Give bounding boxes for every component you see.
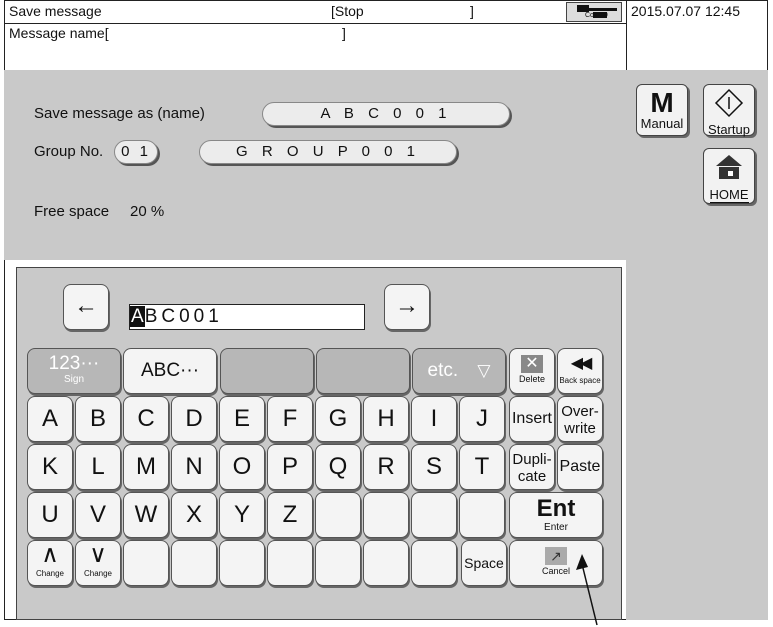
com-status-icon[interactable]: Com=0 — [566, 2, 622, 22]
blank-key[interactable] — [219, 540, 265, 586]
mode-blank-1-button[interactable] — [220, 348, 314, 394]
save-as-field[interactable]: A B C 0 0 1 — [262, 102, 510, 126]
mode-abc-button[interactable]: ABC··· — [123, 348, 217, 394]
key-c[interactable]: C — [123, 396, 169, 442]
key-m[interactable]: M — [123, 444, 169, 490]
mode-etc-label: etc. — [427, 360, 459, 381]
key-o[interactable]: O — [219, 444, 265, 490]
blank-key[interactable] — [411, 492, 457, 538]
space-button[interactable]: Space — [461, 540, 507, 586]
key-v[interactable]: V — [75, 492, 121, 538]
change-up-label: Change — [35, 569, 65, 578]
enter-sub-label: Enter — [544, 522, 568, 533]
mode-123-sub: Sign — [63, 374, 84, 385]
mode-etc-button[interactable]: etc. ▽ — [412, 348, 506, 394]
key-l[interactable]: L — [75, 444, 121, 490]
group-name-field[interactable]: G R O U P 0 0 1 — [199, 140, 457, 164]
key-y[interactable]: Y — [219, 492, 265, 538]
run-status-end: ] — [470, 3, 474, 19]
blank-key[interactable] — [315, 492, 361, 538]
blank-key[interactable] — [411, 540, 457, 586]
startup-button[interactable]: Startup — [703, 84, 755, 137]
key-u[interactable]: U — [27, 492, 73, 538]
key-i[interactable]: I — [411, 396, 457, 442]
key-w[interactable]: W — [123, 492, 169, 538]
mode-blank-2-button[interactable] — [316, 348, 410, 394]
header-divider — [4, 23, 626, 24]
home-button[interactable]: HOME — [703, 148, 755, 204]
delete-icon: ✕ — [521, 355, 543, 373]
change-down-label: Change — [83, 569, 113, 578]
manual-icon: M — [650, 87, 674, 118]
com-label: Com=0 — [585, 12, 608, 19]
blank-key[interactable] — [315, 540, 361, 586]
group-no-label: Group No. — [34, 143, 104, 160]
delete-label: Delete — [518, 374, 545, 384]
duplicate-button[interactable]: Dupli- cate — [509, 444, 555, 490]
manual-button[interactable]: M Manual — [636, 84, 688, 136]
key-d[interactable]: D — [171, 396, 217, 442]
key-n[interactable]: N — [171, 444, 217, 490]
mode-123-button[interactable]: 123··· Sign — [27, 348, 121, 394]
blank-key[interactable] — [363, 492, 409, 538]
startup-label: Startup — [708, 122, 750, 137]
input-cursor-char: A — [130, 306, 145, 327]
home-icon — [716, 155, 742, 179]
cursor-left-button[interactable]: ← — [63, 284, 109, 330]
form-panel — [4, 70, 626, 260]
overwrite-button[interactable]: Over- write — [557, 396, 603, 442]
run-status: [Stop — [331, 3, 364, 19]
key-f[interactable]: F — [267, 396, 313, 442]
message-name-end: ] — [342, 25, 346, 41]
enter-label: Ent — [536, 495, 576, 522]
caret-up-icon: ∧ — [41, 541, 59, 568]
key-z[interactable]: Z — [267, 492, 313, 538]
blank-key[interactable] — [171, 540, 217, 586]
home-label: HOME — [709, 187, 749, 203]
backspace-label: Back space — [559, 376, 601, 385]
mode-123-label: 123··· — [48, 353, 100, 374]
insert-button[interactable]: Insert — [509, 396, 555, 442]
key-j[interactable]: J — [459, 396, 505, 442]
blank-key[interactable] — [123, 540, 169, 586]
key-b[interactable]: B — [75, 396, 121, 442]
key-e[interactable]: E — [219, 396, 265, 442]
blank-key[interactable] — [363, 540, 409, 586]
input-rest-text: BC001 — [144, 306, 223, 327]
manual-label: Manual — [640, 116, 684, 131]
key-q[interactable]: Q — [315, 444, 361, 490]
key-h[interactable]: H — [363, 396, 409, 442]
key-k[interactable]: K — [27, 444, 73, 490]
backspace-icon: ◀◀ — [570, 355, 593, 372]
keyboard-input-field[interactable]: ABC001 — [129, 304, 365, 330]
free-space-value: 20 % — [130, 203, 165, 220]
cursor-right-button[interactable]: → — [384, 284, 430, 330]
datetime: 2015.07.07 12:45 — [631, 3, 740, 19]
message-name-label: Message name[ — [9, 25, 109, 41]
free-space-label: Free space — [34, 203, 110, 220]
blank-key[interactable] — [459, 492, 505, 538]
change-down-button[interactable]: ∨ Change — [75, 540, 121, 586]
window-title: Save message — [9, 3, 102, 19]
change-up-button[interactable]: ∧ Change — [27, 540, 73, 586]
key-p[interactable]: P — [267, 444, 313, 490]
key-r[interactable]: R — [363, 444, 409, 490]
annotation-arrow — [576, 554, 598, 626]
caret-down-icon: ∨ — [89, 541, 107, 568]
key-s[interactable]: S — [411, 444, 457, 490]
key-g[interactable]: G — [315, 396, 361, 442]
enter-button[interactable]: Ent Enter — [509, 492, 603, 538]
paste-button[interactable]: Paste — [557, 444, 603, 490]
startup-icon — [714, 88, 744, 118]
key-a[interactable]: A — [27, 396, 73, 442]
blank-key[interactable] — [267, 540, 313, 586]
etc-dropdown-icon: ▽ — [477, 361, 491, 380]
soft-keyboard: ← ABC001 → 123··· Sign ABC··· etc. ▽ ✕ D… — [16, 267, 622, 620]
key-t[interactable]: T — [459, 444, 505, 490]
group-no-field[interactable]: 0 1 — [114, 140, 158, 164]
backspace-button[interactable]: ◀◀ Back space — [557, 348, 603, 394]
delete-button[interactable]: ✕ Delete — [509, 348, 555, 394]
save-as-label: Save message as (name) — [34, 105, 205, 122]
key-x[interactable]: X — [171, 492, 217, 538]
